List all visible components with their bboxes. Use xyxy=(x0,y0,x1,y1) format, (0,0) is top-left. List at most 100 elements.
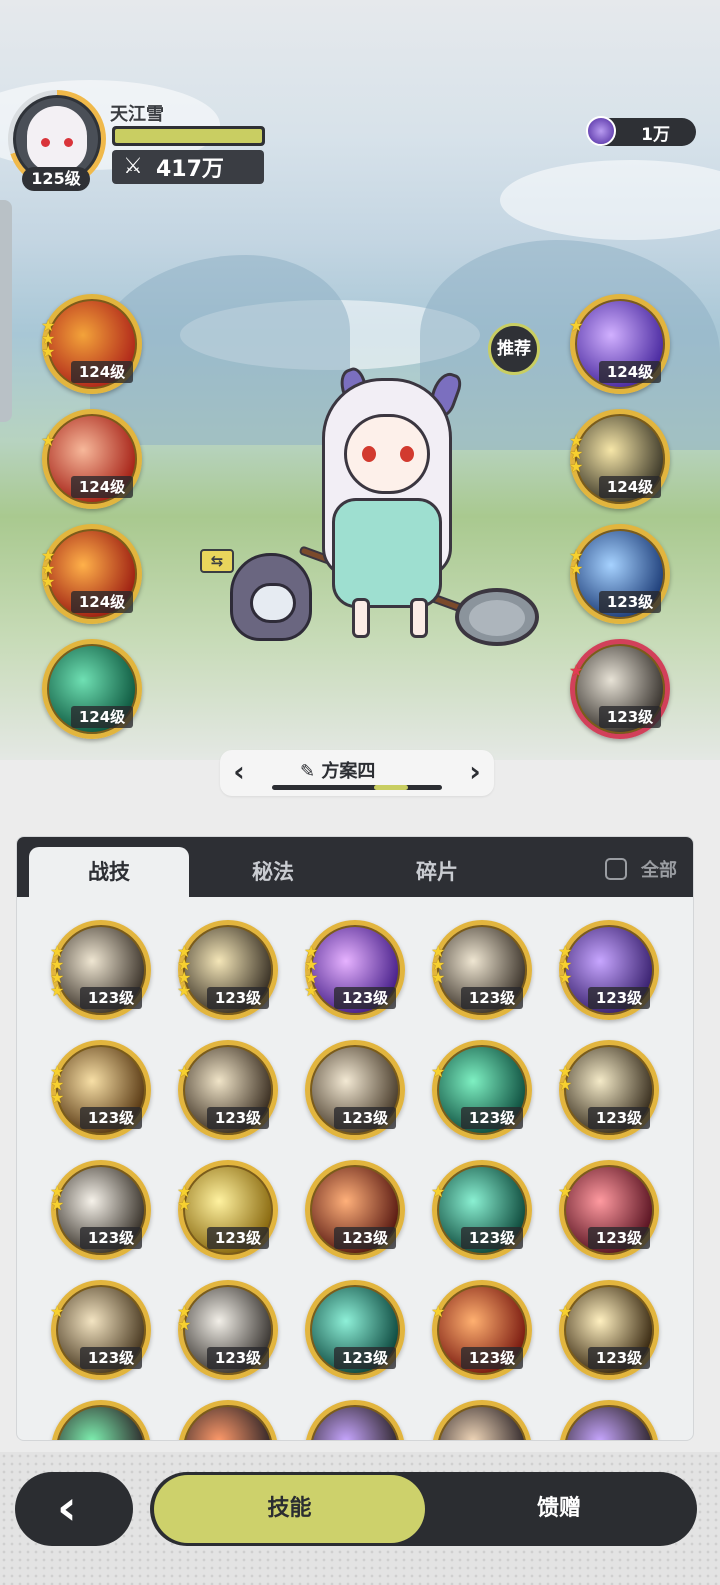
skill-level-label: 123级 xyxy=(80,987,142,1009)
equipped-skill-right[interactable]: ★ ★ 123级 xyxy=(569,524,670,624)
skill-card[interactable]: 123级 xyxy=(305,1160,405,1260)
show-all-label: 全部 xyxy=(641,860,677,881)
skill-level-label: 123级 xyxy=(588,987,650,1009)
star-rating: ★ ★ xyxy=(50,1182,65,1214)
skill-card[interactable]: ★ ★ ★ ★ 123级 xyxy=(50,920,151,1020)
skill-level-label: 123级 xyxy=(588,1227,650,1249)
hero-eye xyxy=(362,446,376,462)
star-rating: ★ xyxy=(431,1182,446,1201)
skill-card[interactable]: ★ 123级 xyxy=(50,1280,151,1380)
star-rating: ★ xyxy=(50,1302,65,1321)
equipped-skill-left[interactable]: ★ ★ ★ 124级 xyxy=(41,294,142,394)
skill-card[interactable]: ★ ★ ★ 123级 xyxy=(50,1040,151,1140)
tab-secret-arts[interactable]: 秘法 xyxy=(193,847,353,897)
show-all-toggle[interactable]: 全部 xyxy=(605,856,677,882)
star-rating: ★ ★ xyxy=(177,1182,192,1214)
pet-companion xyxy=(222,545,318,645)
checkbox-icon[interactable] xyxy=(605,858,627,880)
skill-level-label: 124级 xyxy=(71,706,133,728)
star-rating: ★ ★ ★ xyxy=(569,431,584,476)
skill-card[interactable]: ★ 123级 xyxy=(558,1160,659,1260)
skill-card[interactable]: ★ ★ ★ ★ 123级 xyxy=(177,920,278,1020)
skill-level-label: 123级 xyxy=(207,1347,269,1369)
combat-power: ⚔ 417万 xyxy=(112,150,264,184)
skill-level-label: 124级 xyxy=(71,361,133,383)
preset-next-chevron-icon[interactable]: › xyxy=(460,755,490,788)
tab-combat-skills[interactable]: 战技 xyxy=(29,847,189,897)
star-rating: ★ xyxy=(431,1302,446,1321)
skill-card[interactable]: ★ 123级 xyxy=(431,1040,532,1140)
skill-card-partial[interactable] xyxy=(559,1400,659,1440)
skill-level-label: 123级 xyxy=(334,1227,396,1249)
skill-card-partial[interactable] xyxy=(432,1400,532,1440)
star-rating: ★ ★ ★ xyxy=(558,942,573,987)
skill-level-label: 123级 xyxy=(80,1227,142,1249)
skill-card[interactable]: ★ ★ 123级 xyxy=(177,1160,278,1260)
equipped-skill-left[interactable]: ★ ★ ★ 124级 xyxy=(41,524,142,624)
tab-fragments[interactable]: 碎片 xyxy=(357,847,517,897)
skill-card[interactable]: ★ 123级 xyxy=(558,1280,659,1380)
currency-amount: 1万 xyxy=(641,125,670,145)
star-rating: ★ ★ ★ xyxy=(41,546,56,591)
equipped-skill-right[interactable]: ★ ★ ★ 124级 xyxy=(569,409,670,509)
star-rating: ★ xyxy=(41,431,56,450)
side-drawer-handle[interactable] xyxy=(0,200,12,422)
skill-level-label: 123级 xyxy=(461,1347,523,1369)
skill-level-label: 123级 xyxy=(599,591,661,613)
skill-card[interactable]: ★ ★ 123级 xyxy=(558,1040,659,1140)
skill-card[interactable]: ★ ★ 123级 xyxy=(50,1160,151,1260)
swap-pet-icon[interactable]: ⇆ xyxy=(200,549,234,573)
skill-level-label: 123级 xyxy=(334,1347,396,1369)
star-rating: ★ ★ xyxy=(177,1302,192,1334)
skill-card[interactable]: ★ ★ ★ 123级 xyxy=(558,920,659,1020)
equipped-skill-left[interactable]: 124级 xyxy=(42,639,142,739)
currency-counter[interactable]: 1万 xyxy=(586,116,696,146)
star-rating: ★ xyxy=(569,316,584,335)
skill-card-partial[interactable] xyxy=(305,1400,405,1440)
hero-leg xyxy=(352,598,370,638)
star-rating: ★ ★ ★ xyxy=(431,942,446,987)
skill-level-label: 124级 xyxy=(71,476,133,498)
star-rating: ★ xyxy=(569,661,584,680)
skill-card[interactable]: ★ 123级 xyxy=(177,1040,278,1140)
skill-level-label: 123级 xyxy=(599,706,661,728)
combat-power-value: 417万 xyxy=(156,157,224,182)
equipped-skill-right[interactable]: ★ 123级 xyxy=(569,639,670,739)
player-name: 天江雪 xyxy=(110,104,164,125)
star-rating: ★ ★ ★ ★ xyxy=(304,942,319,1000)
skill-level-label: 123级 xyxy=(588,1347,650,1369)
skill-card-partial[interactable] xyxy=(178,1400,278,1440)
purple-gem-icon xyxy=(586,116,616,146)
skill-card[interactable]: ★ ★ ★ ★ 123级 xyxy=(304,920,405,1020)
star-rating: ★ ★ ★ xyxy=(50,1062,65,1107)
skill-card[interactable]: 123级 xyxy=(305,1040,405,1140)
hero-character xyxy=(292,364,492,643)
tab-skills[interactable]: 技能 xyxy=(154,1475,425,1543)
hero-leg xyxy=(410,598,428,638)
cloud xyxy=(500,160,720,240)
skill-card[interactable]: ★ ★ 123级 xyxy=(177,1280,278,1380)
hero-face xyxy=(344,414,430,494)
equipped-skill-left[interactable]: ★ 124级 xyxy=(41,409,142,509)
preset-progress-indicator xyxy=(374,785,408,790)
preset-prev-chevron-icon[interactable]: ‹ xyxy=(224,755,254,788)
preset-name: 方案四 xyxy=(321,761,376,782)
equipped-skill-right[interactable]: ★ 124级 xyxy=(569,294,670,394)
skill-level-label: 123级 xyxy=(461,987,523,1009)
preset-label[interactable]: ✎ 方案四 xyxy=(300,757,375,783)
hp-bar xyxy=(112,126,265,146)
skill-card-partial[interactable] xyxy=(51,1400,151,1440)
skill-level-label: 123级 xyxy=(80,1107,142,1129)
hp-fill xyxy=(115,129,262,143)
skill-card[interactable]: ★ ★ ★ 123级 xyxy=(431,920,532,1020)
skill-card[interactable]: ★ 123级 xyxy=(431,1160,532,1260)
back-button[interactable]: ‹ xyxy=(15,1472,133,1546)
skill-level-label: 124级 xyxy=(599,476,661,498)
star-rating: ★ ★ ★ xyxy=(41,316,56,361)
tab-gifts[interactable]: 馈赠 xyxy=(425,1475,693,1543)
skill-level-label: 123级 xyxy=(461,1227,523,1249)
skill-card[interactable]: 123级 xyxy=(305,1280,405,1380)
recommend-button[interactable]: 推荐 xyxy=(488,323,540,375)
skill-card[interactable]: ★ 123级 xyxy=(431,1280,532,1380)
pet-face xyxy=(250,583,296,623)
